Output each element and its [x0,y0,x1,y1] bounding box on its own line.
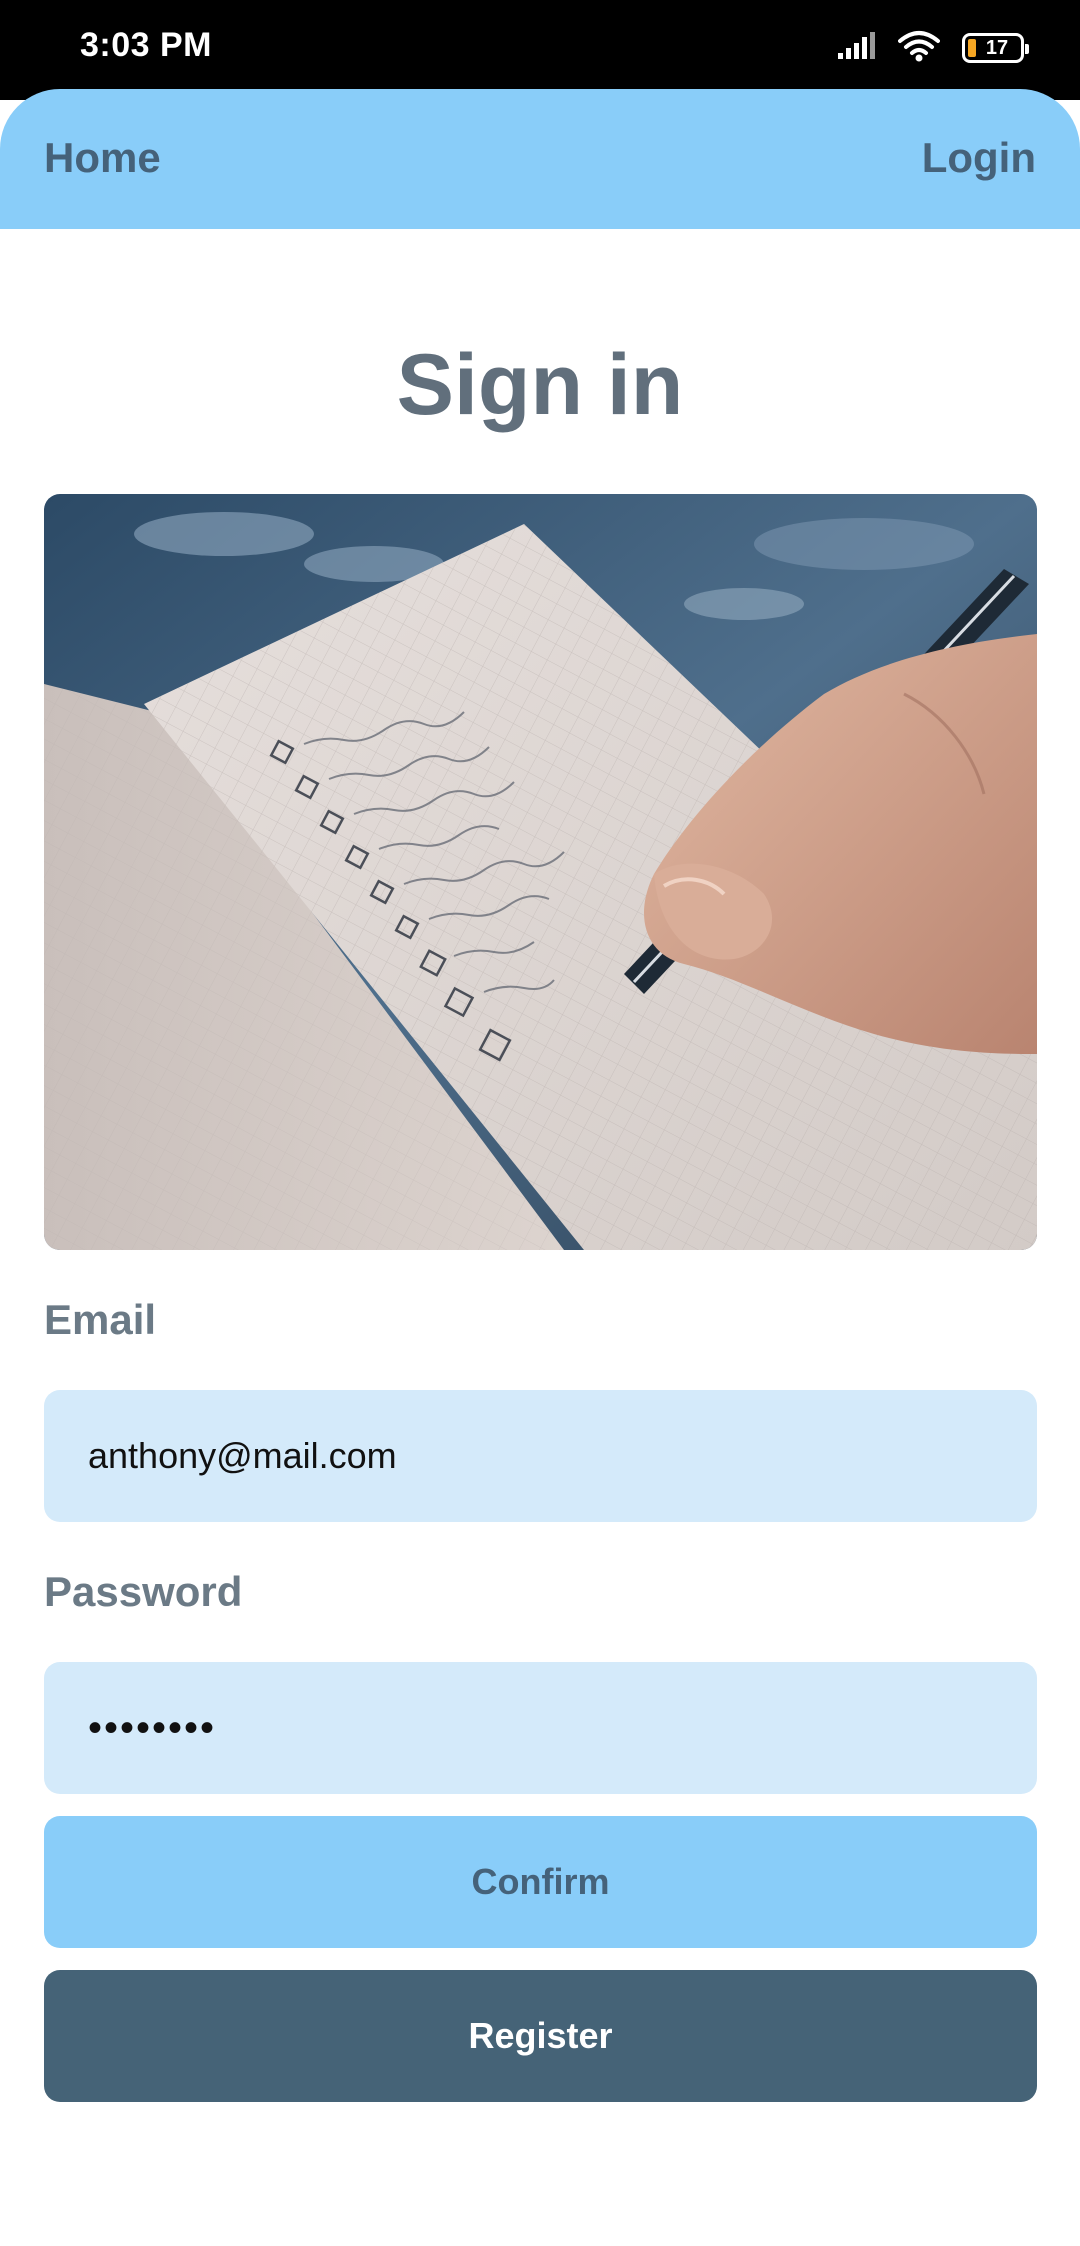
email-field[interactable] [44,1390,1037,1522]
confirm-button[interactable]: Confirm [44,1816,1037,1948]
battery-level: 17 [985,37,1009,59]
email-label: Email [44,1296,157,1343]
password-field[interactable] [44,1662,1037,1794]
wifi-icon [898,30,940,67]
status-time: 3:03 PM [80,26,212,64]
app-bar: Home Login [0,89,1080,229]
cellular-signal-icon [836,31,876,66]
status-icons: 17 [836,30,1029,67]
status-bar: 3:03 PM 17 [0,0,1080,100]
battery-icon: 17 [962,33,1029,63]
sign-in-screen: 3:03 PM 17 Home Login Sign in Email anth… [0,0,1080,2246]
page-title: Sign in [396,337,684,433]
register-button[interactable]: Register [44,1970,1037,2102]
password-label: Password [44,1568,243,1615]
hero-image [44,494,1037,1250]
nav-home-link[interactable]: Home [44,134,161,182]
nav-login-link[interactable]: Login [922,134,1036,182]
